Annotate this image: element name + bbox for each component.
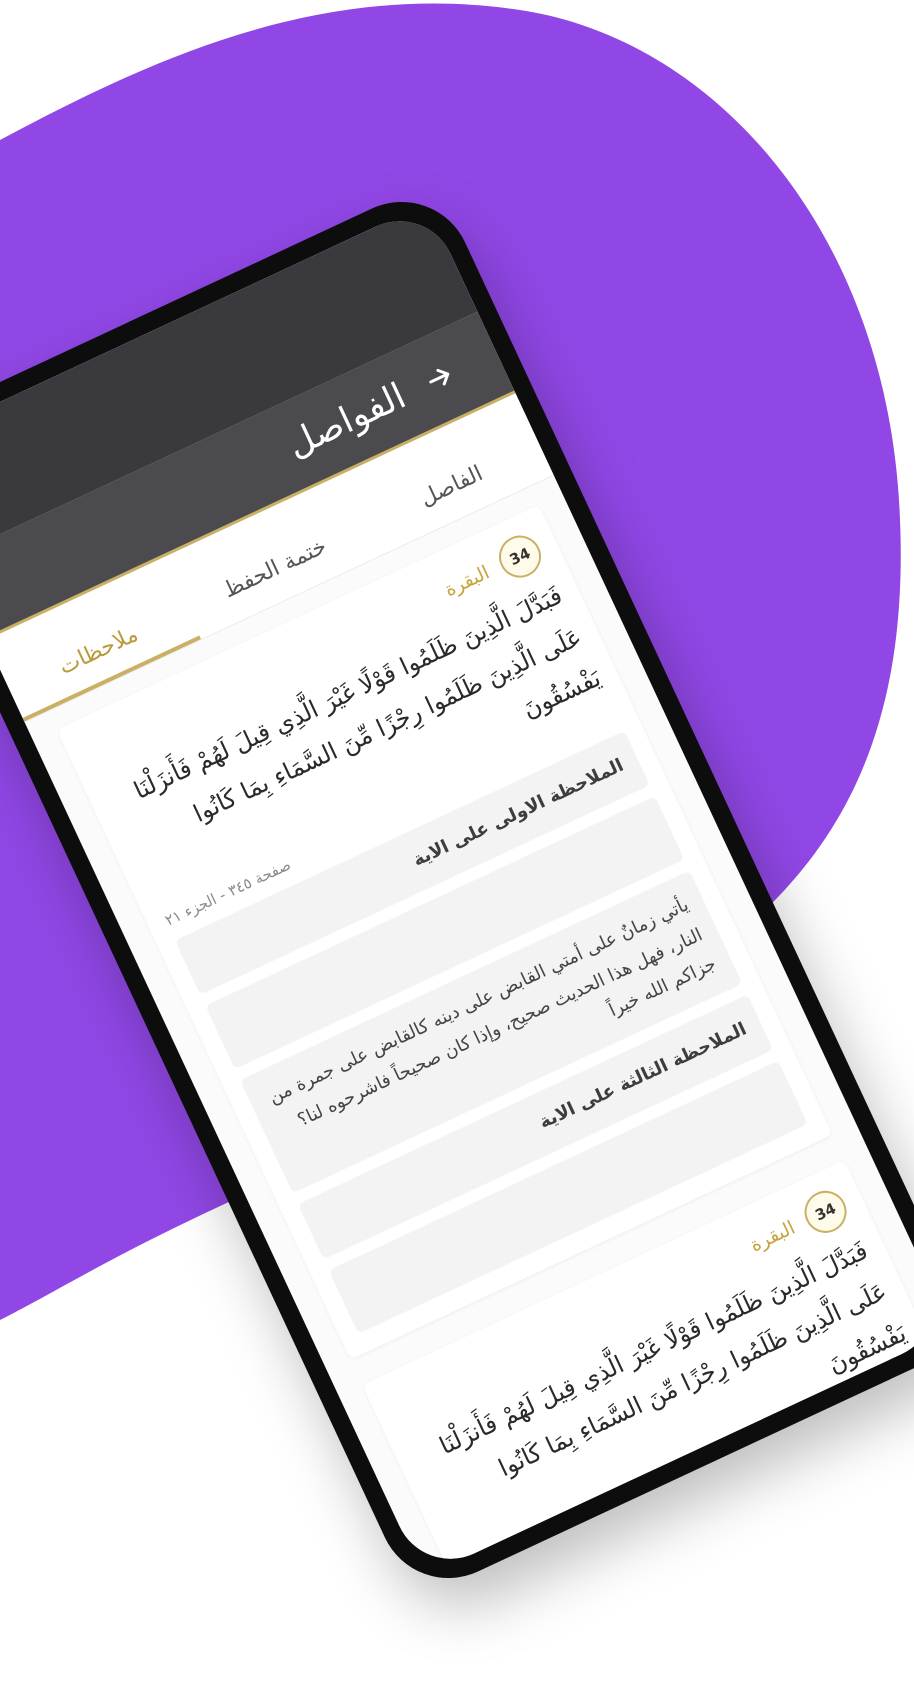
surah-name: البقرة xyxy=(441,561,493,602)
surah-name: البقرة xyxy=(746,1216,799,1257)
ayah-number-badge: 34 xyxy=(797,1183,854,1240)
ayah-number-badge: 34 xyxy=(492,528,548,585)
